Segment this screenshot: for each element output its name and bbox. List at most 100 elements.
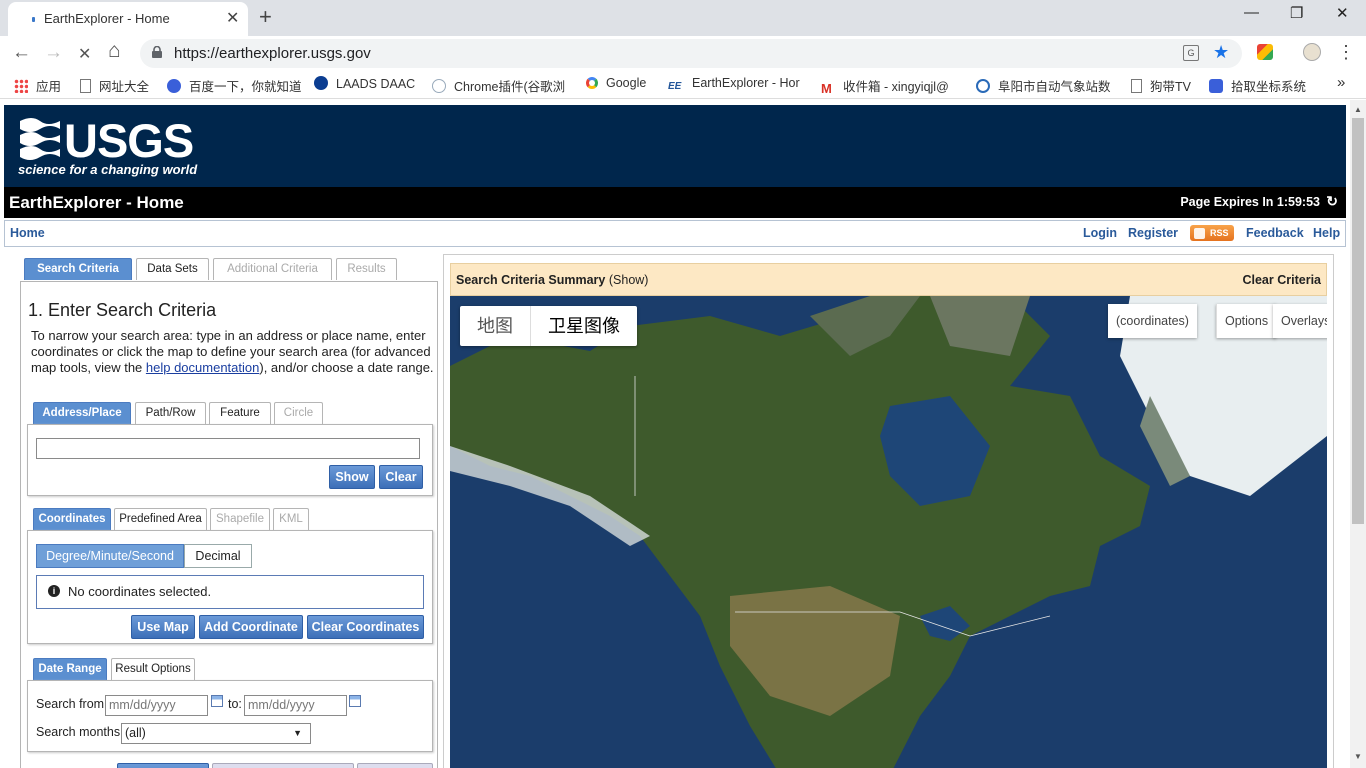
map-overlays-button[interactable]: Overlays: [1273, 304, 1327, 338]
feedback-link[interactable]: Feedback: [1246, 226, 1304, 240]
rss-button[interactable]: RSS: [1190, 225, 1234, 241]
bookmark-item[interactable]: EE EarthExplorer - Hor: [668, 76, 800, 95]
tab-path-row[interactable]: Path/Row: [135, 402, 206, 424]
coordinates-readout: (coordinates): [1108, 304, 1197, 338]
search-from-label: Search from:: [36, 697, 108, 711]
bookmark-item[interactable]: 拾取坐标系统: [1209, 76, 1306, 95]
coordinates-box: Degree/Minute/Second Decimal i No coordi…: [27, 530, 433, 644]
tab-predefined-area[interactable]: Predefined Area: [114, 508, 207, 530]
page-scrollbar[interactable]: ▲ ▼: [1350, 100, 1366, 768]
extension-icon[interactable]: [1257, 44, 1273, 60]
tab-shapefile[interactable]: Shapefile: [210, 508, 270, 530]
bookmark-item[interactable]: M 收件箱 - xingyiqjl@: [821, 76, 949, 96]
rss-icon: [1194, 228, 1205, 239]
profile-avatar[interactable]: [1303, 43, 1321, 61]
url-text: https://earthexplorer.usgs.gov: [174, 45, 371, 62]
show-button[interactable]: Show: [329, 465, 375, 489]
map-type-satellite[interactable]: 卫星图像: [530, 306, 637, 346]
data-sets-button[interactable]: [117, 763, 209, 768]
tab-address-place[interactable]: Address/Place: [33, 402, 131, 424]
date-from-input[interactable]: mm/dd/yyyy: [105, 695, 208, 716]
tab-close-icon[interactable]: ✕: [226, 8, 239, 28]
bookmark-item[interactable]: 应用: [14, 76, 61, 95]
bookmark-item[interactable]: Chrome插件(谷歌浏: [432, 76, 565, 95]
tab-result-options[interactable]: Result Options: [111, 658, 195, 680]
scrollbar-thumb[interactable]: [1352, 118, 1364, 524]
close-window-button[interactable]: ✕: [1336, 4, 1349, 22]
refresh-icon[interactable]: ↻: [1326, 193, 1338, 210]
map-options-button[interactable]: Options: [1216, 304, 1277, 338]
address-box: Show Clear: [27, 424, 433, 496]
map-type-roadmap[interactable]: 地图: [460, 306, 530, 346]
dms-toggle[interactable]: Degree/Minute/Second: [36, 544, 184, 568]
home-link[interactable]: Home: [10, 226, 45, 240]
no-coordinates-notice: i No coordinates selected.: [36, 575, 424, 609]
help-documentation-link[interactable]: help documentation: [146, 360, 259, 375]
add-coordinate-button[interactable]: Add Coordinate: [199, 615, 303, 639]
search-months-label: Search months:: [36, 725, 124, 739]
chevron-down-icon: ▼: [293, 728, 302, 738]
usgs-logo-text[interactable]: USGS: [64, 113, 194, 168]
tab-search-criteria[interactable]: Search Criteria: [24, 258, 132, 280]
bookmark-item[interactable]: LAADS DAAC: [314, 76, 415, 91]
address-bar[interactable]: https://earthexplorer.usgs.gov G ★: [140, 39, 1242, 68]
tab-date-range[interactable]: Date Range: [33, 658, 107, 680]
tab-coordinates[interactable]: Coordinates: [33, 508, 111, 530]
to-label: to:: [228, 697, 242, 711]
usgs-logo-icon[interactable]: [18, 115, 62, 165]
gmail-icon: M: [821, 81, 832, 96]
decimal-toggle[interactable]: Decimal: [184, 544, 252, 568]
bookmark-item[interactable]: 阜阳市自动气象站数: [976, 76, 1111, 95]
bookmark-star-icon[interactable]: ★: [1213, 42, 1229, 63]
login-link[interactable]: Login: [1083, 226, 1117, 240]
home-button[interactable]: ⌂: [108, 39, 121, 63]
google-icon: [586, 77, 598, 89]
section-heading: 1. Enter Search Criteria: [28, 300, 217, 320]
tab-results[interactable]: Results: [336, 258, 397, 280]
chrome-menu-icon[interactable]: ⋮: [1337, 42, 1355, 63]
calendar-icon[interactable]: [349, 695, 361, 707]
bookmark-item[interactable]: 网址大全: [80, 76, 149, 95]
scroll-up-icon[interactable]: ▲: [1354, 105, 1362, 114]
additional-criteria-button[interactable]: [212, 763, 354, 768]
no-coordinates-text: No coordinates selected.: [68, 584, 212, 599]
search-months-select[interactable]: (all) ▼: [121, 723, 311, 744]
bookmarks-overflow-button[interactable]: »: [1337, 74, 1345, 91]
bookmark-item[interactable]: Google: [586, 76, 646, 90]
stop-loading-button[interactable]: ✕: [78, 44, 91, 64]
north-america-satellite-map[interactable]: [450, 296, 1327, 768]
help-link[interactable]: Help: [1313, 226, 1340, 240]
tab-data-sets[interactable]: Data Sets: [136, 258, 209, 280]
satellite-map[interactable]: 地图 卫星图像 (coordinates) Options Overlays: [450, 296, 1327, 768]
apps-grid-icon: [14, 79, 28, 93]
page-title: EarthExplorer - Home: [9, 193, 184, 212]
minimize-button[interactable]: —: [1244, 4, 1259, 21]
bookmark-item[interactable]: 百度一下，你就知道: [167, 76, 302, 95]
forward-button[interactable]: →: [44, 42, 63, 64]
clear-button[interactable]: Clear: [379, 465, 423, 489]
tab-feature[interactable]: Feature: [209, 402, 271, 424]
browser-tab[interactable]: EarthExplorer - Home ✕: [8, 2, 248, 36]
calendar-icon[interactable]: [211, 695, 223, 707]
bookmark-item[interactable]: 狗带TV: [1131, 76, 1191, 95]
back-button[interactable]: ←: [12, 42, 31, 64]
register-link[interactable]: Register: [1128, 226, 1178, 240]
restore-button[interactable]: ❐: [1290, 4, 1303, 22]
ee-icon: EE: [668, 81, 682, 92]
search-instructions: To narrow your search area: type in an a…: [31, 328, 434, 375]
use-map-button[interactable]: Use Map: [131, 615, 195, 639]
translate-icon[interactable]: G: [1183, 45, 1199, 61]
date-to-input[interactable]: mm/dd/yyyy: [244, 695, 347, 716]
clear-criteria-link[interactable]: Clear Criteria: [1242, 273, 1321, 287]
address-input[interactable]: [36, 438, 420, 459]
tab-circle[interactable]: Circle: [274, 402, 323, 424]
results-button[interactable]: [357, 763, 433, 768]
page-icon: [80, 79, 91, 93]
tab-kml[interactable]: KML: [273, 508, 309, 530]
tab-additional-criteria[interactable]: Additional Criteria: [213, 258, 332, 280]
scroll-down-icon[interactable]: ▼: [1354, 752, 1362, 761]
new-tab-button[interactable]: +: [259, 4, 272, 30]
clear-coordinates-button[interactable]: Clear Coordinates: [307, 615, 424, 639]
summary-show-link[interactable]: (Show): [609, 273, 649, 287]
loading-favicon-icon: [32, 17, 35, 22]
